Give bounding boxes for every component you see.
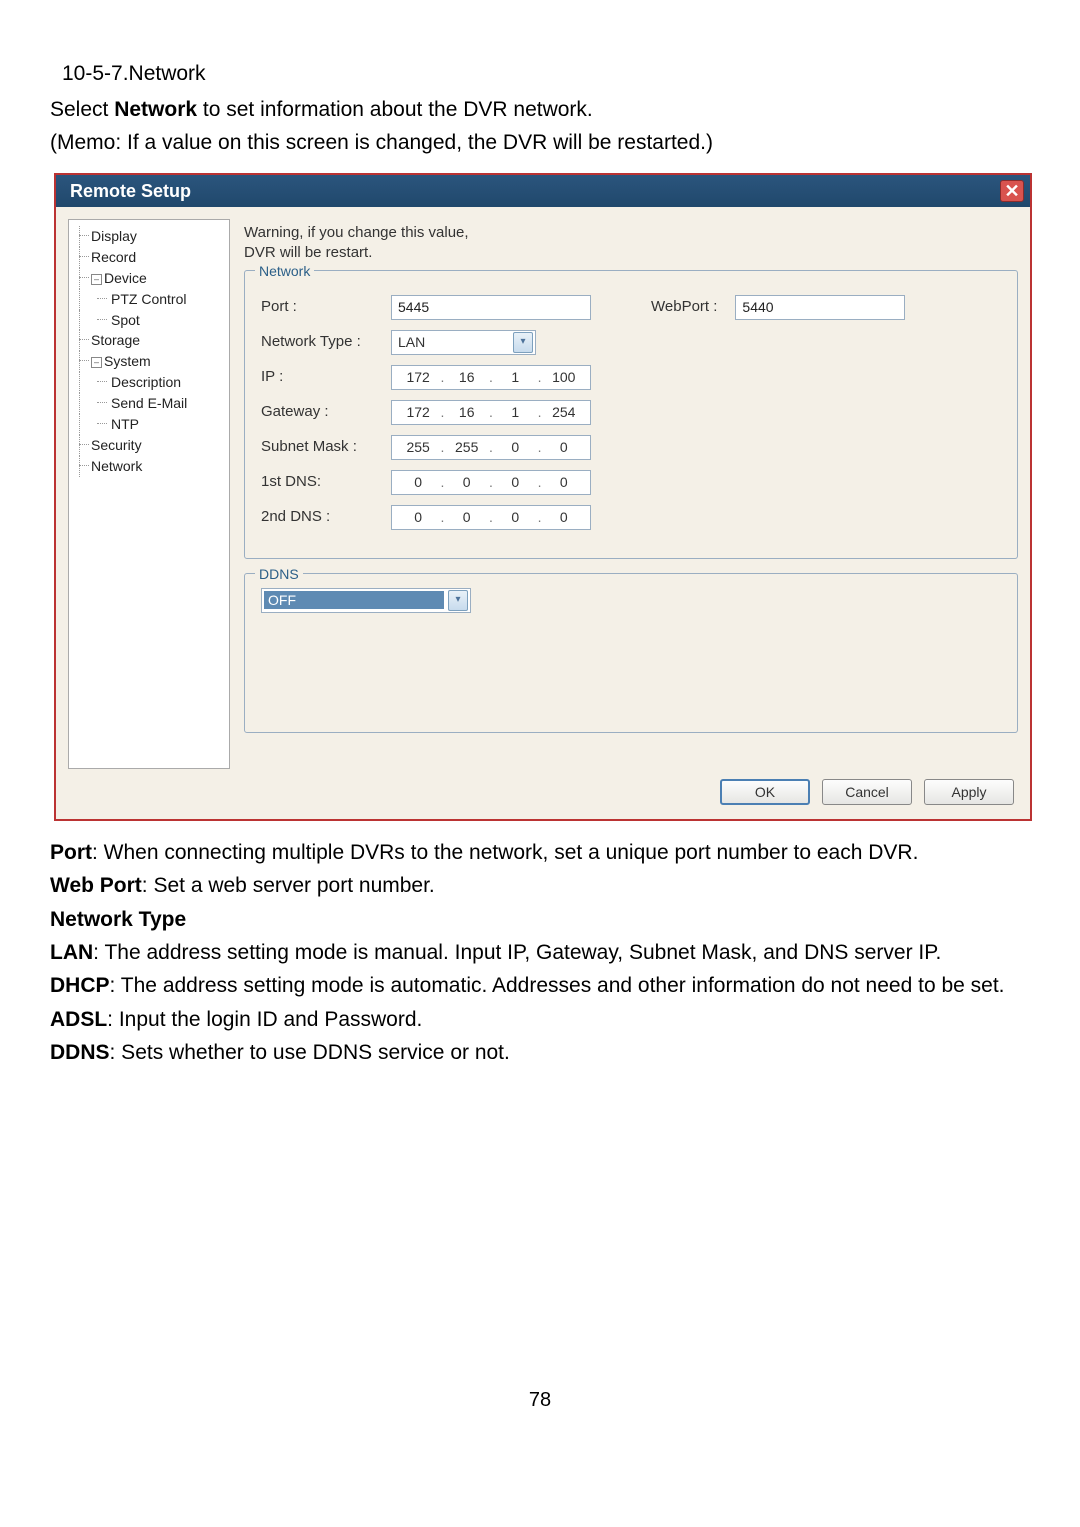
tree-item-ptz[interactable]: PTZ Control xyxy=(73,289,225,310)
dns1-label: 1st DNS: xyxy=(261,472,391,492)
def-port-bold: Port xyxy=(50,841,92,864)
webport-label: WebPort : xyxy=(651,297,717,317)
tree-item-ntp[interactable]: NTP xyxy=(73,414,225,435)
gateway-input[interactable]: 172. 16. 1. 254 xyxy=(391,400,591,425)
ddns-legend: DDNS xyxy=(255,565,303,584)
subnet-label: Subnet Mask : xyxy=(261,437,391,457)
gateway-label: Gateway : xyxy=(261,402,391,422)
def-adsl-bold: ADSL xyxy=(50,1008,107,1031)
port-label: Port : xyxy=(261,297,391,317)
nav-tree: Display Record –Device PTZ Control Spot … xyxy=(68,219,230,769)
def-ddns-bold: DDNS xyxy=(50,1041,110,1064)
ip-input[interactable]: 172. 16. 1. 100 xyxy=(391,365,591,390)
def-network-type-bold: Network Type xyxy=(50,908,186,931)
intro-pre: Select xyxy=(50,98,114,121)
warning-text: Warning, if you change this value, DVR w… xyxy=(244,223,1018,264)
intro-bold: Network xyxy=(114,98,197,121)
tree-item-description[interactable]: Description xyxy=(73,372,225,393)
chevron-down-icon[interactable]: ▾ xyxy=(513,332,533,353)
tree-item-sendemail[interactable]: Send E-Mail xyxy=(73,393,225,414)
chevron-down-icon[interactable]: ▾ xyxy=(448,590,468,611)
dns2-input[interactable]: 0. 0. 0. 0 xyxy=(391,505,591,530)
memo-line: (Memo: If a value on this screen is chan… xyxy=(50,129,1030,157)
def-port-text: : When connecting multiple DVRs to the n… xyxy=(92,841,918,864)
definitions: Port: When connecting multiple DVRs to t… xyxy=(50,839,1030,1067)
ddns-select[interactable]: OFF ▾ xyxy=(261,588,471,613)
def-lan-text: : The address setting mode is manual. In… xyxy=(93,941,941,964)
def-adsl-text: : Input the login ID and Password. xyxy=(107,1008,422,1031)
network-fieldset: Network Port : 5445 WebPort : 5440 Netwo… xyxy=(244,270,1018,559)
apply-button[interactable]: Apply xyxy=(924,779,1014,805)
minus-icon[interactable]: – xyxy=(91,357,102,368)
def-lan-bold: LAN xyxy=(50,941,93,964)
network-type-label: Network Type : xyxy=(261,332,391,352)
dialog-footer: OK Cancel Apply xyxy=(56,769,1030,819)
network-type-value: LAN xyxy=(392,333,511,352)
remote-setup-dialog: Remote Setup ✕ Display Record –Device PT… xyxy=(54,173,1032,821)
tree-item-spot[interactable]: Spot xyxy=(73,310,225,331)
cancel-button[interactable]: Cancel xyxy=(822,779,912,805)
tree-item-system[interactable]: –System xyxy=(73,351,225,372)
network-type-select[interactable]: LAN ▾ xyxy=(391,330,536,355)
tree-item-security[interactable]: Security xyxy=(73,435,225,456)
webport-input[interactable]: 5440 xyxy=(735,295,905,320)
def-dhcp-text: : The address setting mode is automatic.… xyxy=(110,974,1005,997)
tree-item-device[interactable]: –Device xyxy=(73,268,225,289)
port-input[interactable]: 5445 xyxy=(391,295,591,320)
dns1-input[interactable]: 0. 0. 0. 0 xyxy=(391,470,591,495)
ip-label: IP : xyxy=(261,367,391,387)
ddns-value: OFF xyxy=(264,591,444,610)
tree-item-network[interactable]: Network xyxy=(73,456,225,477)
def-webport-bold: Web Port xyxy=(50,874,142,897)
intro-line: Select Network to set information about … xyxy=(50,96,1030,124)
tree-item-storage[interactable]: Storage xyxy=(73,330,225,351)
tree-item-record[interactable]: Record xyxy=(73,247,225,268)
page-number: 78 xyxy=(50,1387,1030,1414)
intro-post: to set information about the DVR network… xyxy=(197,98,593,121)
tree-item-display[interactable]: Display xyxy=(73,226,225,247)
network-legend: Network xyxy=(255,262,314,281)
def-webport-text: : Set a web server port number. xyxy=(142,874,435,897)
dns2-label: 2nd DNS : xyxy=(261,507,391,527)
close-icon[interactable]: ✕ xyxy=(1000,180,1024,202)
def-dhcp-bold: DHCP xyxy=(50,974,110,997)
ok-button[interactable]: OK xyxy=(720,779,810,805)
subnet-input[interactable]: 255. 255. 0. 0 xyxy=(391,435,591,460)
dialog-title-text: Remote Setup xyxy=(70,179,191,203)
def-ddns-text: : Sets whether to use DDNS service or no… xyxy=(110,1041,510,1064)
ddns-fieldset: DDNS OFF ▾ xyxy=(244,573,1018,733)
minus-icon[interactable]: – xyxy=(91,274,102,285)
section-heading: 10-5-7.Network xyxy=(50,60,1030,88)
dialog-titlebar: Remote Setup ✕ xyxy=(56,175,1030,207)
